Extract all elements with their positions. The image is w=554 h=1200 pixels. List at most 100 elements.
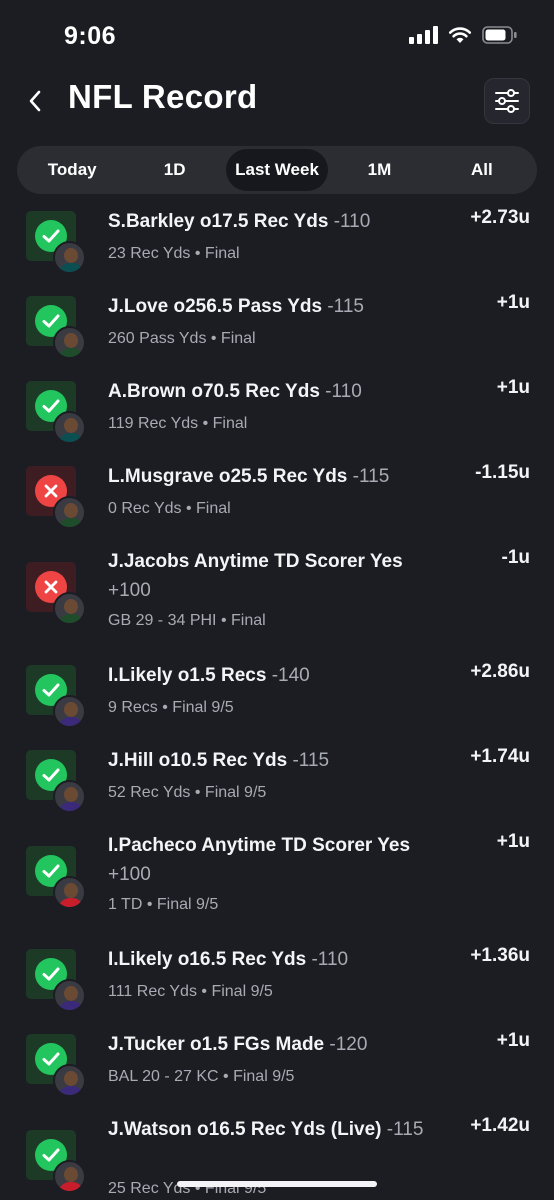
pick-status-badge [26, 1130, 88, 1194]
tab-1d[interactable]: 1D [123, 149, 225, 191]
avatar [53, 592, 86, 625]
pick-detail: 260 Pass Yds • Final [108, 330, 256, 347]
pick-player: J.Watson o16.5 Rec Yds (Live) [108, 1119, 382, 1140]
pick-status-badge [26, 211, 88, 275]
pick-status-badge [26, 381, 88, 445]
pick-status-badge [26, 296, 88, 360]
pick-detail: 0 Rec Yds • Final [108, 500, 231, 517]
time-range-tabs: Today 1D Last Week 1M All [17, 146, 537, 194]
pick-title: J.Tucker o1.5 FGs Made -120 [108, 1030, 448, 1059]
pick-title: L.Musgrave o25.5 Rec Yds -115 [108, 462, 448, 491]
pick-row[interactable]: J.Hill o10.5 Rec Yds -115 52 Rec Yds • Fi… [0, 746, 554, 831]
pick-status-badge [26, 1034, 88, 1098]
avatar [53, 496, 86, 529]
screen: 9:06 NFL Record Today 1D Last Week 1M Al… [0, 0, 554, 1200]
page-title: NFL Record [68, 78, 258, 115]
pick-odds: +100 [108, 864, 151, 885]
pick-units: +1.42u [470, 1115, 530, 1136]
pick-player: J.Tucker o1.5 FGs Made [108, 1034, 325, 1055]
pick-player: S.Barkley o17.5 Rec Yds [108, 211, 329, 232]
tab-last-week[interactable]: Last Week [225, 149, 329, 191]
avatar [53, 326, 86, 359]
pick-units: +1u [496, 831, 530, 852]
pick-row[interactable]: I.Pacheco Anytime TD Scorer Yes +100 1 TD… [0, 831, 554, 944]
pick-player: J.Hill o10.5 Rec Yds [108, 750, 288, 771]
cellular-signal-icon [409, 26, 438, 44]
avatar [53, 979, 86, 1012]
pick-status-badge [26, 562, 88, 626]
pick-detail: 23 Rec Yds • Final [108, 245, 240, 262]
pick-title: J.Love o256.5 Pass Yds -115 [108, 292, 448, 321]
pick-player: I.Pacheco Anytime TD Scorer Yes [108, 835, 411, 856]
pick-title: J.Hill o10.5 Rec Yds -115 [108, 746, 448, 775]
pick-odds: -140 [271, 665, 310, 686]
tab-1m[interactable]: 1M [328, 149, 430, 191]
avatar [53, 1064, 86, 1097]
header: NFL Record [0, 72, 554, 134]
pick-player: I.Likely o16.5 Rec Yds [108, 949, 307, 970]
pick-player: A.Brown o70.5 Rec Yds [108, 381, 320, 402]
pick-units: +1u [496, 292, 530, 313]
pick-detail: GB 29 - 34 PHI • Final [108, 612, 266, 629]
tab-all[interactable]: All [431, 149, 533, 191]
pick-odds: -120 [329, 1034, 368, 1055]
pick-detail: 52 Rec Yds • Final 9/5 [108, 784, 267, 801]
pick-status-badge [26, 466, 88, 530]
avatar [53, 1160, 86, 1193]
pick-odds: +100 [108, 580, 151, 601]
back-button[interactable] [22, 86, 48, 116]
pick-units: +1u [496, 377, 530, 398]
pick-row[interactable]: L.Musgrave o25.5 Rec Yds -115 0 Rec Yds •… [0, 462, 554, 547]
avatar [53, 780, 86, 813]
pick-player: I.Likely o1.5 Recs [108, 665, 267, 686]
pick-row[interactable]: J.Love o256.5 Pass Yds -115 260 Pass Yds … [0, 292, 554, 377]
pick-title: S.Barkley o17.5 Rec Yds -110 [108, 207, 448, 236]
pick-odds: -115 [386, 1119, 424, 1140]
status-time: 9:06 [64, 22, 117, 50]
pick-title: J.Jacobs Anytime TD Scorer Yes +100 [108, 547, 448, 605]
pick-odds: -115 [352, 466, 390, 487]
pick-status-badge [26, 665, 88, 729]
pick-title: J.Watson o16.5 Rec Yds (Live) -115 [108, 1115, 448, 1144]
avatar [53, 411, 86, 444]
avatar [53, 876, 86, 909]
pick-units: +2.86u [470, 661, 530, 682]
avatar [53, 695, 86, 728]
pick-detail: 111 Rec Yds • Final 9/5 [108, 983, 273, 1000]
pick-odds: -110 [333, 211, 371, 232]
sliders-icon [495, 89, 519, 113]
pick-units: +1.74u [470, 746, 530, 767]
pick-odds: -110 [325, 381, 362, 402]
battery-icon [482, 26, 518, 44]
pick-row[interactable]: J.Watson o16.5 Rec Yds (Live) -115 25 Rec… [0, 1115, 554, 1200]
pick-odds: -115 [327, 296, 364, 317]
pick-status-badge [26, 750, 88, 814]
pick-detail: BAL 20 - 27 KC • Final 9/5 [108, 1068, 295, 1085]
pick-row[interactable]: I.Likely o16.5 Rec Yds -110 111 Rec Yds •… [0, 945, 554, 1030]
pick-row[interactable]: A.Brown o70.5 Rec Yds -110 119 Rec Yds • … [0, 377, 554, 462]
pick-title: A.Brown o70.5 Rec Yds -110 [108, 377, 448, 406]
home-indicator [177, 1181, 377, 1187]
pick-odds: -110 [311, 949, 349, 970]
filter-button[interactable] [484, 78, 530, 124]
pick-title: I.Likely o1.5 Recs -140 [108, 661, 448, 690]
pick-row[interactable]: S.Barkley o17.5 Rec Yds -110 23 Rec Yds •… [0, 207, 554, 292]
avatar [53, 241, 86, 274]
pick-row[interactable]: J.Jacobs Anytime TD Scorer Yes +100 GB 29… [0, 547, 554, 660]
status-bar: 9:06 [0, 0, 554, 72]
pick-row[interactable]: I.Likely o1.5 Recs -140 9 Recs • Final 9/… [0, 661, 554, 746]
pick-title: I.Likely o16.5 Rec Yds -110 [108, 945, 448, 974]
pick-units: +1u [496, 1030, 530, 1051]
pick-units: -1u [501, 547, 531, 568]
chevron-left-icon [29, 90, 41, 112]
pick-player: L.Musgrave o25.5 Rec Yds [108, 466, 348, 487]
pick-units: -1.15u [475, 462, 530, 483]
picks-list: S.Barkley o17.5 Rec Yds -110 23 Rec Yds •… [0, 200, 554, 1200]
pick-detail: 1 TD • Final 9/5 [108, 896, 219, 913]
pick-player: J.Jacobs Anytime TD Scorer Yes [108, 551, 403, 572]
wifi-icon [448, 26, 472, 44]
pick-odds: -115 [292, 750, 330, 771]
tab-today[interactable]: Today [21, 149, 123, 191]
pick-row[interactable]: J.Tucker o1.5 FGs Made -120 BAL 20 - 27 K… [0, 1030, 554, 1115]
pick-status-badge [26, 949, 88, 1013]
